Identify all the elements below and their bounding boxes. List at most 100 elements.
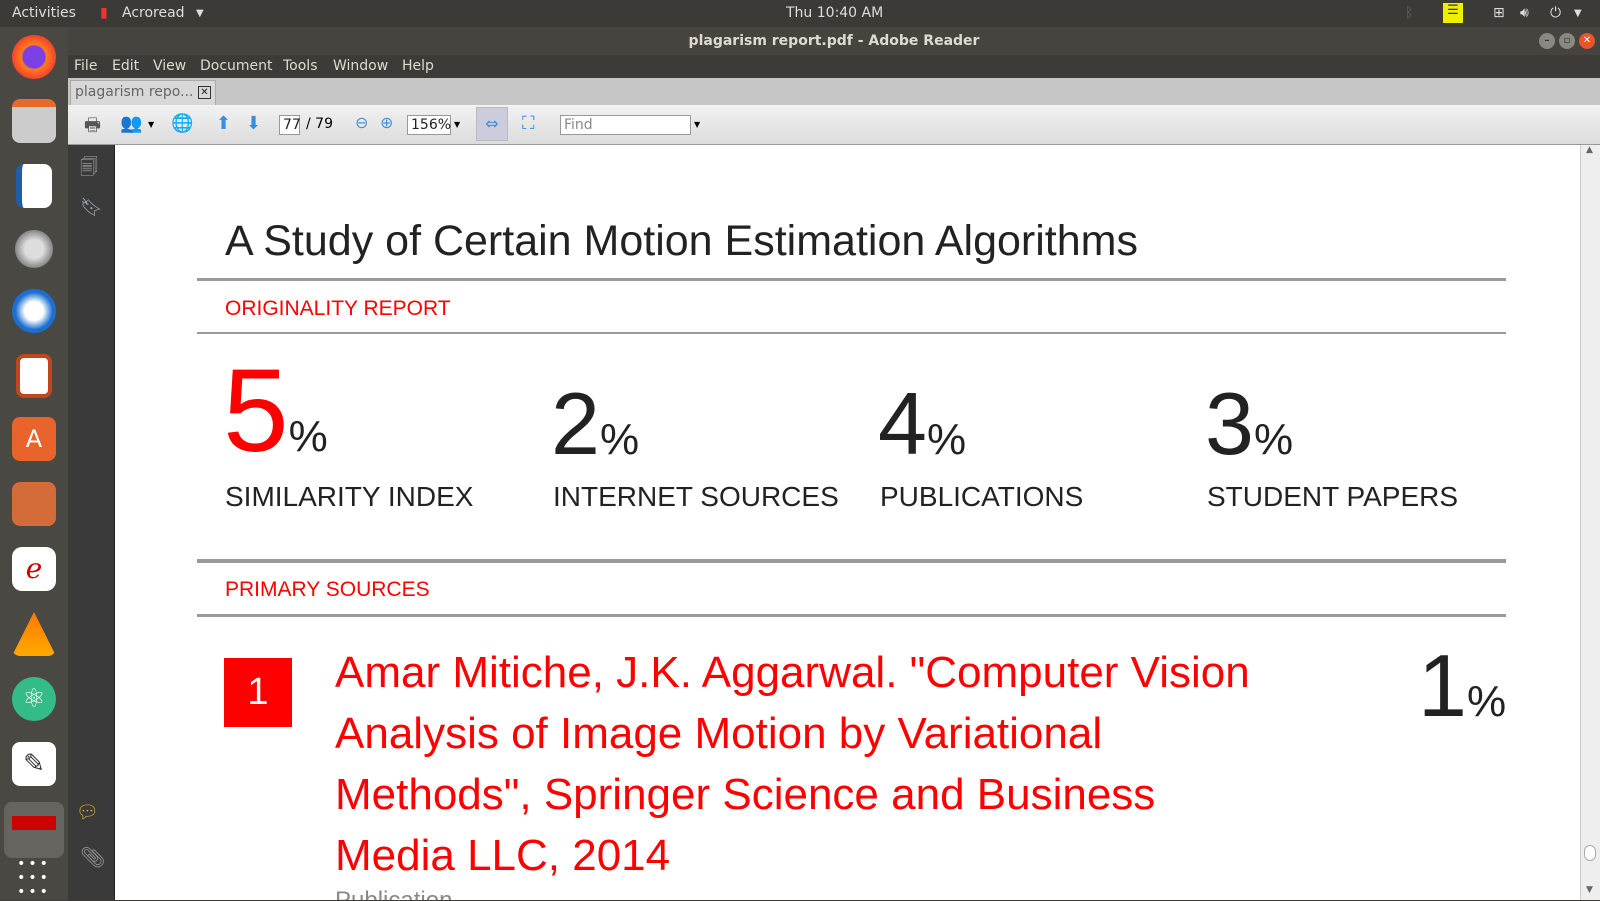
window-title-bar: plagarism report.pdf - Adobe Reader – ▫ … (68, 27, 1600, 55)
activities-button[interactable]: Activities (12, 5, 76, 21)
chevron-down-icon: ▼ (196, 8, 204, 19)
app-menu[interactable]: Acroread (122, 5, 185, 21)
source-type: Publication (335, 886, 1250, 900)
stat-value: 3 (1205, 374, 1254, 473)
zoom-in-icon[interactable]: ⊕ (380, 113, 393, 132)
print-icon[interactable]: 🖶 (84, 113, 101, 143)
atom-icon[interactable]: ⚛ (12, 677, 56, 721)
window-title: plagarism report.pdf - Adobe Reader (688, 33, 980, 49)
vertical-scrollbar[interactable]: ▲ ▼ (1580, 145, 1600, 900)
power-icon[interactable]: ⏻ (1550, 5, 1561, 21)
citation-line: Amar Mitiche, J.K. Aggarwal. "Computer V… (335, 648, 1250, 697)
menu-tools[interactable]: Tools (283, 58, 318, 74)
document-page: A Study of Certain Motion Estimation Alg… (115, 145, 1580, 900)
next-page-icon[interactable]: ⬇ (246, 113, 261, 134)
stat-similarity: 5% (223, 343, 328, 479)
text-editor-icon[interactable]: ✎ (12, 742, 56, 786)
tab-bar: plagarism repo... ✕ (68, 78, 1600, 105)
stat-unit: % (599, 415, 640, 464)
citation-line: Analysis of Image Motion by Variational (335, 709, 1103, 758)
menu-edit[interactable]: Edit (112, 58, 139, 74)
clock[interactable]: Thu 10:40 AM (786, 5, 883, 21)
fit-width-icon[interactable]: ⇔ (476, 107, 508, 141)
menu-document[interactable]: Document (200, 58, 273, 74)
attachments-icon[interactable]: 📎︎ (80, 845, 105, 869)
share-dropdown-icon[interactable]: ▼ (148, 120, 154, 129)
stat-label: STUDENT PAPERS (1207, 481, 1459, 512)
software-center-icon[interactable]: A (12, 417, 56, 461)
bookmarks-icon[interactable]: 🔖︎ (80, 197, 103, 218)
divider (197, 332, 1506, 334)
page-total: / 79 (306, 116, 333, 132)
firefox-icon[interactable] (12, 35, 56, 79)
fit-page-icon[interactable]: ⛶ (522, 113, 535, 134)
show-applications-icon[interactable]: ••• ••• ••• (12, 857, 56, 901)
zoom-out-icon[interactable]: ⊖ (355, 113, 368, 132)
system-menu-chevron-icon[interactable]: ▼ (1574, 8, 1582, 19)
files-icon[interactable] (12, 99, 56, 143)
scrollbar-thumb[interactable] (1584, 845, 1596, 861)
source-percent-unit: % (1466, 677, 1507, 726)
bluetooth-icon[interactable]: ᛒ (1405, 5, 1413, 21)
navigation-panel: 🗐 🔖︎ 💬︎ 📎︎ (68, 145, 115, 900)
stat-unit: % (1253, 415, 1294, 464)
menu-window[interactable]: Window (333, 58, 388, 74)
acroread-icon: ▮ (100, 5, 108, 21)
vlc-icon[interactable] (12, 612, 56, 656)
thunderbird-icon[interactable] (12, 289, 56, 333)
pages-icon[interactable]: 🗐 (80, 155, 98, 185)
source-percent-value: 1 (1418, 636, 1467, 735)
minimize-button[interactable]: – (1539, 33, 1555, 49)
find-input[interactable]: Find (560, 115, 691, 135)
document-title: A Study of Certain Motion Estimation Alg… (225, 217, 1138, 265)
menu-file[interactable]: File (74, 58, 97, 74)
find-dropdown-icon[interactable]: ▼ (694, 120, 700, 129)
share-icon[interactable]: 👥 (120, 113, 142, 134)
document-tab[interactable]: plagarism repo... ✕ (70, 80, 216, 105)
system-top-bar: Activities ▮ Acroread ▼ Thu 10:40 AM ᛒ ☰… (0, 0, 1600, 27)
originality-heading: ORIGINALITY REPORT (225, 297, 451, 320)
primary-sources-heading: PRIMARY SOURCES (225, 578, 430, 601)
menu-view[interactable]: View (153, 58, 186, 74)
network-icon[interactable]: ⊞ (1493, 5, 1505, 21)
stat-label: PUBLICATIONS (880, 481, 1084, 512)
zoom-dropdown-icon[interactable]: ▼ (454, 120, 460, 129)
citation-line: Media LLC, 2014 (335, 831, 671, 880)
volume-icon[interactable]: 🔊︎ (1520, 5, 1529, 21)
stat-value: 4 (878, 374, 927, 473)
previous-page-icon[interactable]: ⬆ (216, 113, 231, 134)
zoom-level-select[interactable]: 156% (407, 115, 451, 135)
adobe-reader-icon[interactable] (4, 802, 64, 858)
stat-value: 2 (551, 374, 600, 473)
stat-student-papers: 3% (1205, 373, 1293, 475)
menu-bar: File Edit View Document Tools Window Hel… (68, 55, 1600, 78)
stat-value: 5 (223, 345, 289, 477)
stat-label: SIMILARITY INDEX (225, 481, 474, 512)
source-citation: Amar Mitiche, J.K. Aggarwal. "Computer V… (335, 642, 1250, 900)
comments-icon[interactable]: 💬︎ (76, 802, 99, 823)
page-number-input[interactable]: 77 (279, 115, 301, 135)
source-percent: 1% (1418, 635, 1506, 737)
impress-icon[interactable] (16, 354, 52, 398)
stat-unit: % (926, 415, 967, 464)
source-rank-badge: 1 (224, 658, 292, 727)
settings-icon[interactable] (12, 227, 56, 271)
menu-help[interactable]: Help (402, 58, 434, 74)
divider (197, 559, 1506, 563)
stat-unit: % (288, 412, 328, 461)
divider (197, 278, 1506, 281)
writer-icon[interactable] (16, 164, 52, 208)
scroll-down-icon[interactable]: ▼ (1586, 885, 1593, 895)
citation-line: Methods", Springer Science and Business (335, 770, 1156, 819)
toolbar: 🖶 👥 ▼ 🌐 ⬆ ⬇ 77 / 79 ⊖ ⊕ 156% ▼ ⇔ ⛶ Find … (68, 105, 1600, 145)
close-button[interactable]: ✕ (1579, 33, 1595, 49)
close-tab-icon[interactable]: ✕ (198, 86, 211, 99)
launcher-dock: A ℯ ⚛ ✎ ••• ••• ••• (0, 27, 68, 900)
stat-publications: 4% (878, 373, 966, 475)
evince-icon[interactable]: ℯ (12, 547, 56, 591)
collaborate-icon[interactable]: 🌐 (171, 113, 193, 134)
maximize-button[interactable]: ▫ (1559, 33, 1575, 49)
file-manager-icon[interactable] (12, 482, 56, 526)
scroll-up-icon[interactable]: ▲ (1586, 145, 1593, 155)
notes-indicator-icon[interactable]: ☰ (1443, 3, 1463, 23)
